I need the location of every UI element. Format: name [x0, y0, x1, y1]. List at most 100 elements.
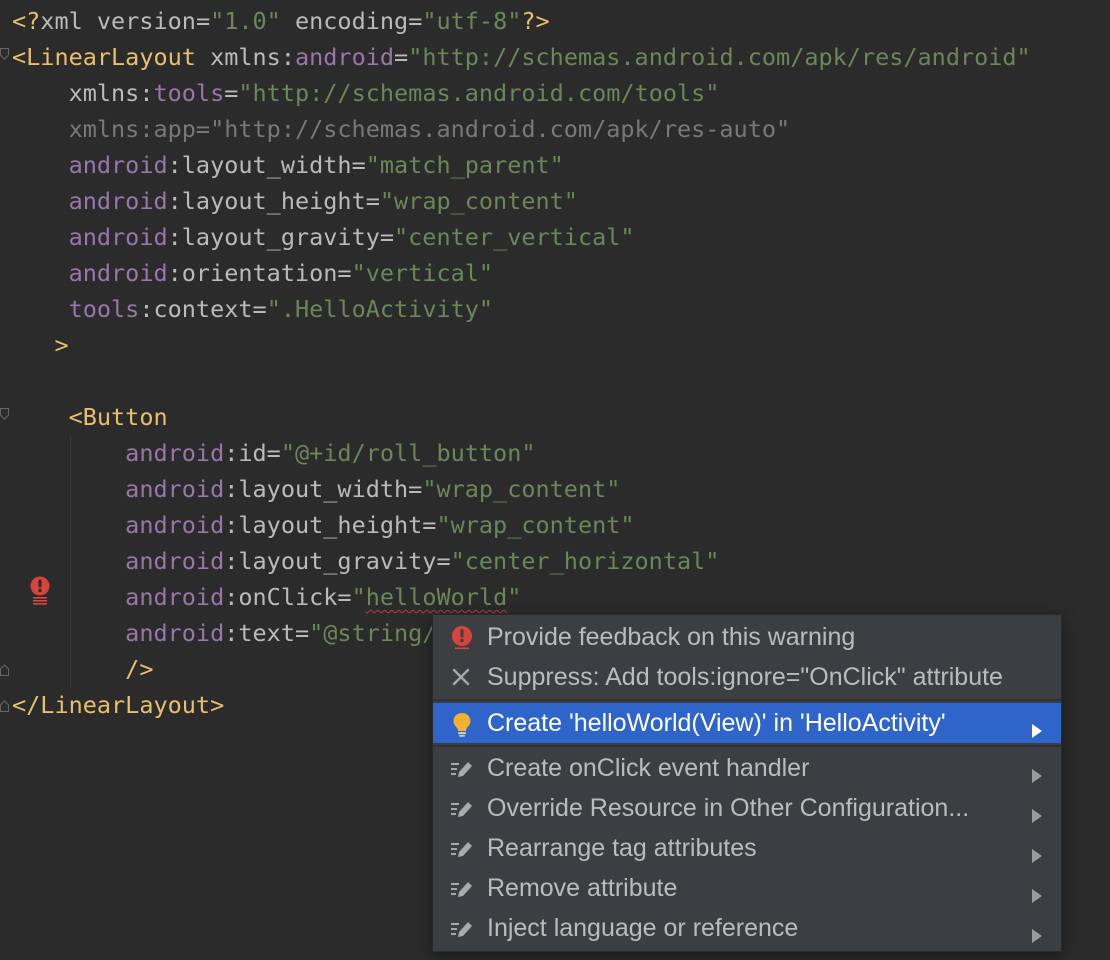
- code-token: </LinearLayout>: [12, 691, 225, 719]
- code-line[interactable]: android:layout_gravity="center_horizonta…: [12, 543, 719, 579]
- menu-item-label: Override Resource in Other Configuration…: [487, 794, 970, 822]
- code-token: "http://schemas.android.com/apk/res/andr…: [408, 43, 1031, 71]
- code-token: :layout_gravity=: [167, 223, 395, 251]
- pencil-icon: [449, 756, 475, 782]
- code-token: <Button: [12, 403, 168, 431]
- code-token: "http://schemas.android.com/tools": [238, 79, 720, 107]
- code-line[interactable]: />: [12, 651, 153, 687]
- menu-item-rearrange-attributes[interactable]: Rearrange tag attributes: [433, 828, 1061, 868]
- code-token: xml version: [40, 7, 196, 35]
- code-token: />: [12, 655, 154, 683]
- code-token: :text=: [224, 619, 310, 647]
- code-token: encoding: [280, 7, 409, 35]
- code-token: xmlns:: [195, 43, 295, 71]
- menu-item-label: Suppress: Add tools:ignore="OnClick" att…: [487, 663, 1003, 691]
- code-token: <LinearLayout: [12, 43, 196, 71]
- code-token: :layout_width=: [224, 475, 423, 503]
- code-token: ?>: [521, 7, 550, 35]
- code-token: :onClick=: [224, 583, 352, 611]
- code-line[interactable]: android:layout_width="wrap_content": [12, 471, 620, 507]
- submenu-arrow-icon: [1031, 716, 1043, 738]
- pencil-icon: [449, 836, 475, 862]
- menu-item-override-resource[interactable]: Override Resource in Other Configuration…: [433, 788, 1061, 828]
- code-token: "center_horizontal": [450, 547, 720, 575]
- pencil-icon: [449, 796, 475, 822]
- code-token: android: [12, 439, 225, 467]
- code-line[interactable]: <?xml version="1.0" encoding="utf-8"?>: [12, 3, 550, 39]
- fold-end-marker-icon[interactable]: [0, 664, 9, 676]
- code-token: =: [224, 79, 239, 107]
- code-token: "wrap_content": [379, 187, 578, 215]
- code-token: android: [12, 547, 225, 575]
- pencil-icon: [449, 916, 475, 942]
- code-token: xmlns:: [12, 79, 154, 107]
- code-token: android: [12, 259, 168, 287]
- error-icon[interactable]: [28, 575, 52, 605]
- code-line[interactable]: android:id="@+id/roll_button": [12, 435, 536, 471]
- fold-marker-icon[interactable]: [0, 48, 9, 60]
- menu-item-label: Create onClick event handler: [487, 754, 810, 782]
- code-token: :id=: [224, 439, 281, 467]
- code-line[interactable]: android:layout_height="wrap_content": [12, 507, 635, 543]
- code-line[interactable]: tools:context=".HelloActivity": [12, 291, 493, 327]
- code-token: android: [294, 43, 395, 71]
- menu-item-label: Remove attribute: [487, 874, 678, 902]
- menu-item-create-method[interactable]: Create 'helloWorld(View)' in 'HelloActiv…: [433, 703, 1061, 743]
- code-token: =: [394, 43, 409, 71]
- menu-separator: [433, 699, 1061, 701]
- intention-actions-popup[interactable]: Provide feedback on this warning Suppres…: [432, 614, 1062, 952]
- code-token: "1.0": [210, 7, 281, 35]
- code-token: :layout_width=: [167, 151, 366, 179]
- code-token: "vertical": [351, 259, 494, 287]
- code-token: android: [12, 223, 168, 251]
- code-line[interactable]: xmlns:app="http://schemas.android.com/ap…: [12, 111, 791, 147]
- code-token: android: [12, 187, 168, 215]
- code-token: xmlns:app="http://schemas.android.com/ap…: [12, 115, 791, 143]
- code-token: android: [12, 475, 225, 503]
- fold-end-marker-icon[interactable]: [0, 700, 9, 712]
- code-token: "wrap_content": [422, 475, 621, 503]
- code-token: "@string/: [309, 619, 437, 647]
- fold-marker-icon[interactable]: [0, 408, 9, 420]
- menu-separator: [433, 745, 1061, 747]
- submenu-arrow-icon: [1031, 801, 1043, 823]
- code-token: =: [195, 7, 211, 35]
- menu-item-suppress[interactable]: Suppress: Add tools:ignore="OnClick" att…: [433, 657, 1061, 697]
- code-token: :layout_height=: [167, 187, 380, 215]
- code-line[interactable]: android:onClick="helloWorld": [12, 579, 521, 615]
- menu-item-provide-feedback[interactable]: Provide feedback on this warning: [433, 617, 1061, 657]
- code-line[interactable]: >: [12, 327, 68, 363]
- code-line[interactable]: android:layout_height="wrap_content": [12, 183, 578, 219]
- code-line[interactable]: android:layout_width="match_parent": [12, 147, 564, 183]
- close-icon: [449, 665, 475, 691]
- submenu-arrow-icon: [1031, 881, 1043, 903]
- code-line[interactable]: <Button: [12, 399, 168, 435]
- code-token: :layout_gravity=: [224, 547, 451, 575]
- error-icon: [449, 625, 475, 651]
- code-line[interactable]: android:orientation="vertical": [12, 255, 493, 291]
- code-token: "wrap_content": [436, 511, 635, 539]
- code-token: ": [507, 583, 522, 611]
- pencil-icon: [449, 876, 475, 902]
- code-line[interactable]: android:layout_gravity="center_vertical": [12, 219, 635, 255]
- code-token: tools: [153, 79, 225, 107]
- menu-item-inject-language[interactable]: Inject language or reference: [433, 908, 1061, 948]
- menu-item-create-onclick-handler[interactable]: Create onClick event handler: [433, 748, 1061, 788]
- code-token: "match_parent": [365, 151, 564, 179]
- code-token: ".HelloActivity": [266, 295, 494, 323]
- submenu-arrow-icon: [1031, 921, 1043, 943]
- menu-item-remove-attribute[interactable]: Remove attribute: [433, 868, 1061, 908]
- code-token: android: [12, 151, 168, 179]
- code-token: android: [12, 619, 225, 647]
- code-line[interactable]: </LinearLayout>: [12, 687, 224, 723]
- code-line[interactable]: <LinearLayout xmlns:android="http://sche…: [12, 39, 1031, 75]
- menu-item-label: Provide feedback on this warning: [487, 623, 856, 651]
- code-line[interactable]: android:text="@string/: [12, 615, 436, 651]
- code-token: "utf-8": [422, 7, 522, 35]
- code-token: <?: [12, 7, 41, 35]
- code-token: :orientation=: [167, 259, 352, 287]
- code-token: "@+id/roll_button": [280, 439, 536, 467]
- code-token: :context=: [139, 295, 267, 323]
- menu-item-label: Inject language or reference: [487, 914, 799, 942]
- code-line[interactable]: xmlns:tools="http://schemas.android.com/…: [12, 75, 720, 111]
